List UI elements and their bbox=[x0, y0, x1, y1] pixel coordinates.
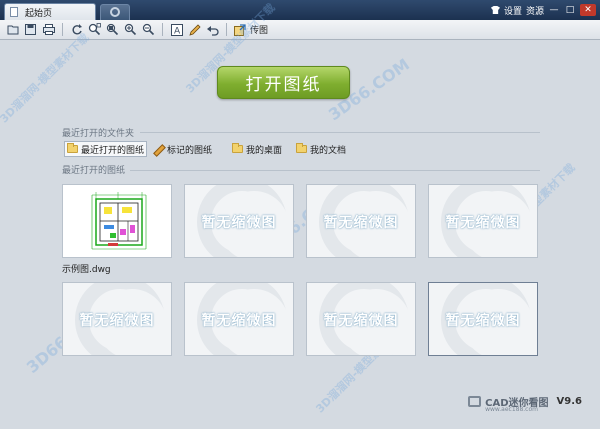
transfer-label[interactable]: 传图 bbox=[250, 23, 268, 36]
close-button[interactable]: ✕ bbox=[580, 4, 596, 16]
floorplan-preview bbox=[91, 192, 147, 250]
document-icon bbox=[10, 7, 18, 17]
undo-icon[interactable] bbox=[206, 23, 219, 36]
open-folder-icon[interactable] bbox=[6, 23, 19, 36]
toolbar: A 传图 bbox=[0, 20, 600, 40]
toolbar-divider bbox=[226, 23, 227, 36]
text-icon[interactable]: A bbox=[170, 23, 183, 36]
drawing-thumbnail-empty[interactable]: 暂无缩微图 bbox=[428, 184, 538, 258]
recent-folders-title: 最近打开的文件夹 bbox=[62, 129, 135, 139]
folder-label: 最近打开的图纸 bbox=[81, 145, 145, 156]
watermark-cn: 3D溜溜网-模型素材下载 bbox=[0, 31, 92, 126]
settings-link[interactable]: 设置 bbox=[504, 4, 522, 17]
print-icon[interactable] bbox=[42, 23, 55, 36]
drawing-thumbnail-empty[interactable]: 暂无缩微图 bbox=[428, 282, 538, 356]
drawing-thumbnail-empty[interactable]: 暂无缩微图 bbox=[62, 282, 172, 356]
svg-text:A: A bbox=[174, 26, 181, 36]
drawing-thumbnail-empty[interactable]: 暂无缩微图 bbox=[184, 282, 294, 356]
zoom-out-icon[interactable] bbox=[142, 23, 155, 36]
toolbar-divider bbox=[162, 23, 163, 36]
folder-icon bbox=[67, 143, 78, 153]
brand-url: www.aec188.com bbox=[485, 406, 538, 413]
recent-drawings-title: 最近打开的图纸 bbox=[62, 166, 126, 176]
transfer-icon[interactable] bbox=[234, 23, 247, 36]
drawing-thumbnail-empty[interactable]: 暂无缩微图 bbox=[184, 184, 294, 258]
title-bar: 起始页 设置 资源 — □ ✕ bbox=[0, 0, 600, 20]
tab-settings[interactable] bbox=[100, 4, 130, 20]
save-icon[interactable] bbox=[24, 23, 37, 36]
no-thumbnail-label: 暂无缩微图 bbox=[201, 215, 277, 231]
toolbar-divider bbox=[62, 23, 63, 36]
no-thumbnail-label: 暂无缩微图 bbox=[201, 313, 277, 329]
drawing-filename[interactable]: 示例图.dwg bbox=[62, 262, 111, 275]
pencil-icon[interactable] bbox=[188, 23, 201, 36]
folder-label: 标记的图纸 bbox=[167, 145, 213, 156]
folder-icon bbox=[232, 143, 244, 153]
folder-desktop[interactable]: 我的桌面 bbox=[230, 141, 284, 157]
drawing-thumbnail-empty[interactable]: 暂无缩微图 bbox=[306, 282, 416, 356]
no-thumbnail-label: 暂无缩微图 bbox=[79, 313, 155, 329]
folder-list: 最近打开的图纸 标记的图纸 我的桌面 我的文档 bbox=[64, 141, 348, 157]
folder-label: 我的文档 bbox=[310, 145, 347, 156]
drawing-thumbnail-empty[interactable]: 暂无缩微图 bbox=[306, 184, 416, 258]
skin-icon[interactable] bbox=[490, 6, 500, 14]
version-label: V9.6 bbox=[556, 396, 582, 407]
no-thumbnail-label: 暂无缩微图 bbox=[323, 313, 399, 329]
no-thumbnail-label: 暂无缩微图 bbox=[323, 215, 399, 231]
gear-icon bbox=[110, 7, 120, 17]
tab-label: 起始页 bbox=[25, 9, 53, 19]
section-divider bbox=[130, 170, 540, 171]
folder-label: 我的桌面 bbox=[246, 145, 283, 156]
section-divider bbox=[140, 132, 540, 133]
window-controls: 设置 资源 — □ ✕ bbox=[490, 2, 596, 18]
resource-link[interactable]: 资源 bbox=[526, 4, 544, 17]
no-thumbnail-label: 暂无缩微图 bbox=[445, 215, 521, 231]
maximize-button[interactable]: □ bbox=[564, 4, 576, 16]
tab-start-page[interactable]: 起始页 bbox=[4, 3, 96, 20]
app-logo-icon bbox=[468, 396, 482, 407]
open-drawing-button[interactable]: 打开图纸 bbox=[217, 66, 350, 99]
pencil-icon bbox=[153, 144, 164, 155]
folder-marked-drawings[interactable]: 标记的图纸 bbox=[151, 141, 214, 157]
zoom-window-icon[interactable] bbox=[88, 23, 101, 36]
folder-documents[interactable]: 我的文档 bbox=[294, 141, 348, 157]
minimize-button[interactable]: — bbox=[548, 4, 560, 16]
drawing-thumbnail[interactable] bbox=[62, 184, 172, 258]
zoom-in-icon[interactable] bbox=[124, 23, 137, 36]
rotate-icon[interactable] bbox=[70, 23, 83, 36]
folder-icon bbox=[296, 143, 308, 153]
zoom-extents-icon[interactable] bbox=[106, 23, 119, 36]
folder-recent-drawings[interactable]: 最近打开的图纸 bbox=[64, 141, 148, 157]
no-thumbnail-label: 暂无缩微图 bbox=[445, 313, 521, 329]
